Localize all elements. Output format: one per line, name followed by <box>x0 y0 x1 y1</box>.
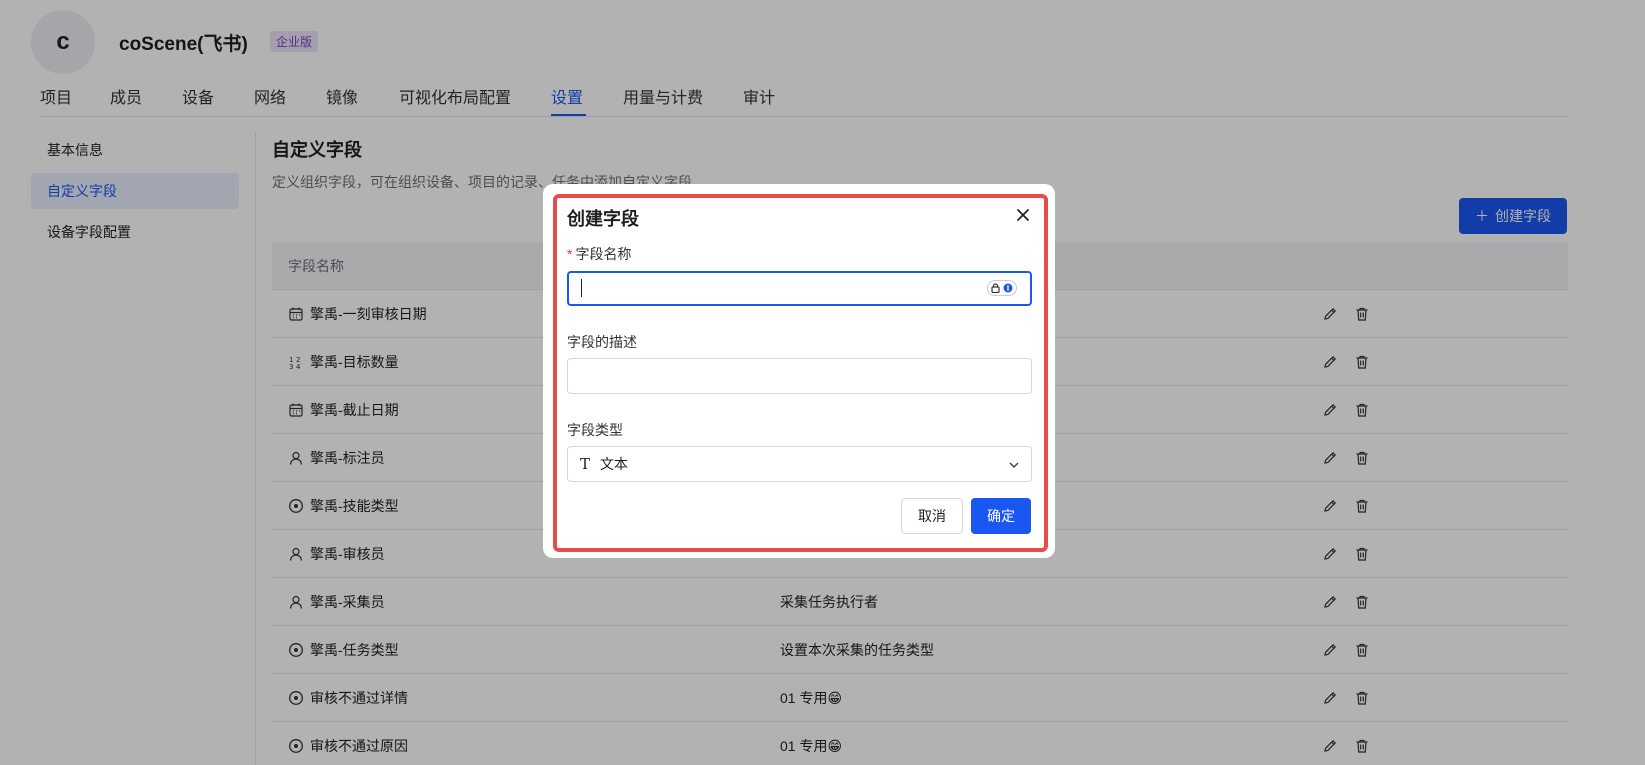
field-name-label-text: 字段名称 <box>575 246 632 262</box>
field-type-select[interactable]: T 文本 <box>567 446 1032 482</box>
password-manager-icon[interactable] <box>987 280 1017 296</box>
confirm-button[interactable]: 确定 <box>971 498 1031 534</box>
modal-title: 创建字段 <box>567 209 639 229</box>
field-desc-label: 字段的描述 <box>567 334 637 350</box>
field-type-label: 字段类型 <box>567 422 623 438</box>
field-name-input[interactable] <box>567 271 1032 306</box>
required-mark: * <box>567 246 573 262</box>
chevron-down-icon <box>1009 462 1019 469</box>
field-desc-input[interactable] <box>567 358 1032 394</box>
field-type-value: 文本 <box>600 456 629 472</box>
text-type-icon: T <box>580 455 591 473</box>
close-icon[interactable] <box>1014 206 1032 224</box>
field-name-label: * 字段名称 <box>567 244 631 264</box>
cancel-button[interactable]: 取消 <box>901 498 963 534</box>
text-cursor <box>581 279 582 297</box>
